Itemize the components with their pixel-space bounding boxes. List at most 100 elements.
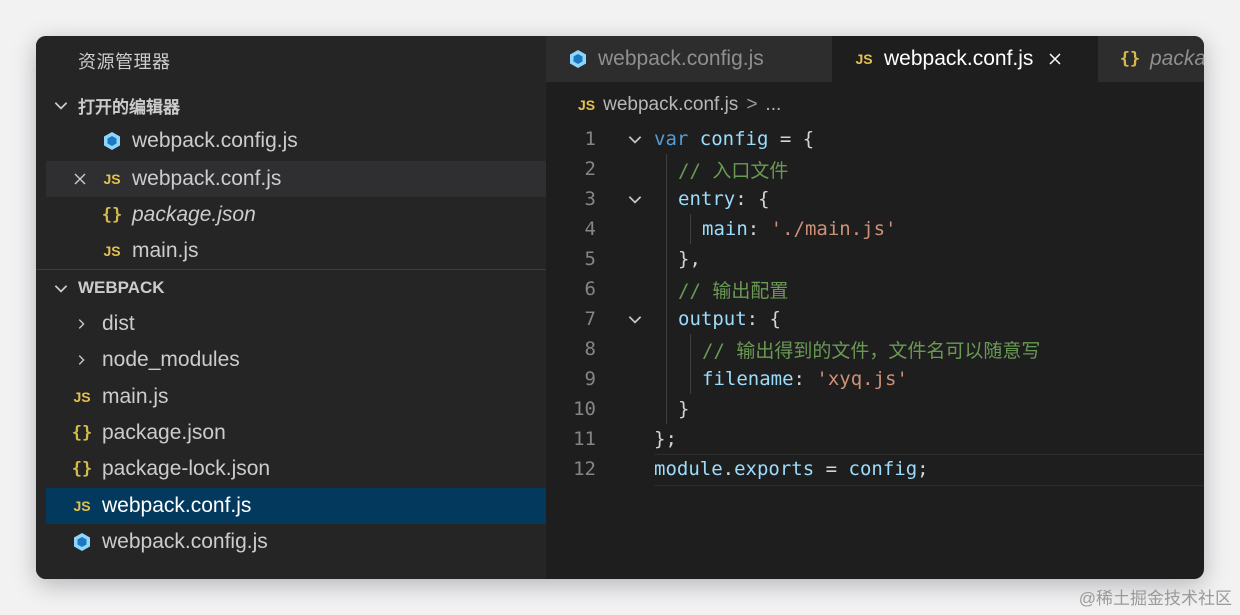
line-number: 5 bbox=[584, 248, 596, 270]
json-icon: {} bbox=[71, 423, 93, 443]
code-string: 'xyq.js' bbox=[816, 368, 908, 390]
code-token: } bbox=[678, 398, 690, 420]
open-editors-header[interactable]: 打开的编辑器 bbox=[36, 89, 546, 121]
file-label: webpack.conf.js bbox=[102, 494, 252, 517]
tab-label: packa bbox=[1150, 47, 1204, 70]
code-editor[interactable]: 1 var config = { 2 // 入口文件 3 entry: { 4 … bbox=[546, 124, 1204, 579]
explorer-title: 资源管理器 bbox=[78, 52, 171, 72]
file-label: webpack.config.js bbox=[132, 129, 298, 152]
code-token: var bbox=[654, 128, 689, 150]
code-token: : bbox=[793, 368, 817, 390]
code-token: : { bbox=[746, 308, 781, 330]
tab-package-json[interactable]: {} packa bbox=[1098, 36, 1204, 82]
code-comment: // 入口文件 bbox=[678, 159, 789, 182]
line-number: 9 bbox=[584, 368, 596, 390]
code-token: }, bbox=[678, 248, 701, 270]
file-label: main.js bbox=[132, 239, 199, 262]
line-number: 1 bbox=[584, 128, 596, 150]
chevron-right-icon bbox=[78, 319, 85, 329]
code-string: './main.js' bbox=[770, 218, 897, 240]
open-editor-item-package-json[interactable]: {} package.json bbox=[46, 197, 546, 233]
code-line: 1 var config = { bbox=[546, 124, 1204, 154]
section-divider bbox=[36, 269, 546, 270]
json-icon: {} bbox=[71, 459, 93, 479]
code-token: entry bbox=[678, 188, 736, 210]
line-number: 10 bbox=[573, 398, 596, 420]
close-icon[interactable] bbox=[72, 171, 88, 187]
tree-file-package-json[interactable]: {} package.json bbox=[46, 415, 546, 451]
watermark: @稀土掘金技术社区 bbox=[1078, 589, 1232, 608]
project-label: WEBPACK bbox=[78, 278, 165, 297]
code-token: config bbox=[699, 128, 769, 150]
tree-file-main-js[interactable]: JS main.js bbox=[46, 379, 546, 415]
line-number: 11 bbox=[573, 428, 596, 450]
code-token: }; bbox=[654, 428, 677, 450]
code-token: . bbox=[722, 458, 735, 480]
code-line: 10 } bbox=[546, 394, 1204, 424]
tab-label: webpack.config.js bbox=[598, 47, 764, 70]
line-number: 6 bbox=[584, 278, 596, 300]
tree-folder-dist[interactable]: dist bbox=[46, 306, 546, 342]
code-token: output bbox=[678, 308, 747, 330]
tree-file-webpack-config-js[interactable]: webpack.config.js bbox=[46, 524, 546, 560]
editor-tabbar: webpack.config.js JS webpack.conf.js {} … bbox=[546, 36, 1204, 82]
json-icon: {} bbox=[1119, 49, 1141, 69]
file-label: package.json bbox=[132, 203, 256, 226]
tab-webpack-conf[interactable]: JS webpack.conf.js bbox=[832, 36, 1098, 82]
fold-chevron-icon[interactable] bbox=[626, 190, 644, 208]
folder-label: node_modules bbox=[102, 348, 240, 371]
code-line: 2 // 入口文件 bbox=[546, 154, 1204, 184]
code-token: config bbox=[848, 458, 918, 480]
fold-chevron-icon[interactable] bbox=[626, 130, 644, 148]
code-line: 12 module.exports = config; bbox=[546, 454, 1204, 484]
js-icon: JS bbox=[73, 389, 91, 405]
code-line: 3 entry: { bbox=[546, 184, 1204, 214]
webpack-icon bbox=[566, 47, 590, 71]
open-editor-item-webpack-conf[interactable]: JS webpack.conf.js bbox=[46, 161, 546, 197]
code-token: = bbox=[814, 458, 849, 480]
close-icon[interactable] bbox=[1047, 51, 1063, 67]
breadcrumb-more[interactable]: ... bbox=[765, 94, 781, 116]
open-editor-item-webpack-config[interactable]: webpack.config.js bbox=[46, 123, 546, 159]
tab-label: webpack.conf.js bbox=[884, 47, 1034, 70]
webpack-icon bbox=[70, 530, 94, 554]
line-number: 4 bbox=[584, 218, 596, 240]
breadcrumb-file[interactable]: webpack.conf.js bbox=[603, 94, 738, 116]
code-token: main bbox=[702, 218, 748, 240]
project-header[interactable]: WEBPACK bbox=[36, 272, 546, 304]
chevron-down-icon bbox=[54, 285, 68, 293]
code-token: exports bbox=[734, 458, 815, 480]
fold-chevron-icon[interactable] bbox=[626, 310, 644, 328]
explorer-sidebar: 资源管理器 打开的编辑器 webpack.config.js JS webpac… bbox=[36, 36, 546, 579]
code-line: 11 }; bbox=[546, 424, 1204, 454]
code-token: ; bbox=[917, 458, 929, 480]
open-editors-label: 打开的编辑器 bbox=[78, 97, 180, 117]
line-number: 8 bbox=[584, 338, 596, 360]
code-line: 7 output: { bbox=[546, 304, 1204, 334]
line-number: 2 bbox=[584, 158, 596, 180]
tree-file-webpack-conf-js[interactable]: JS webpack.conf.js bbox=[46, 488, 546, 524]
tree-folder-node-modules[interactable]: node_modules bbox=[46, 342, 546, 378]
chevron-down-icon bbox=[54, 102, 68, 110]
code-token: = { bbox=[768, 128, 815, 150]
file-label: webpack.config.js bbox=[102, 530, 268, 553]
code-comment: // 输出得到的文件，文件名可以随意写 bbox=[702, 339, 1041, 362]
code-token: : { bbox=[735, 188, 770, 210]
tab-webpack-config[interactable]: webpack.config.js bbox=[546, 36, 832, 82]
chevron-right-icon bbox=[78, 355, 85, 365]
code-comment: // 输出配置 bbox=[678, 279, 789, 302]
code-line: 4 main: './main.js' bbox=[546, 214, 1204, 244]
open-editor-item-main-js[interactable]: JS main.js bbox=[46, 233, 546, 269]
file-label: webpack.conf.js bbox=[132, 167, 282, 190]
json-icon: {} bbox=[101, 205, 123, 225]
code-line: 5 }, bbox=[546, 244, 1204, 274]
vscode-window: 资源管理器 打开的编辑器 webpack.config.js JS webpac… bbox=[36, 36, 1204, 579]
code-token: filename bbox=[702, 368, 794, 390]
code-token: module bbox=[654, 458, 723, 480]
tree-file-package-lock-json[interactable]: {} package-lock.json bbox=[46, 451, 546, 487]
breadcrumb[interactable]: JS webpack.conf.js > ... bbox=[578, 92, 781, 118]
js-icon: JS bbox=[103, 243, 121, 259]
js-icon: JS bbox=[578, 97, 596, 113]
js-icon: JS bbox=[103, 171, 121, 187]
line-number: 3 bbox=[584, 188, 596, 210]
